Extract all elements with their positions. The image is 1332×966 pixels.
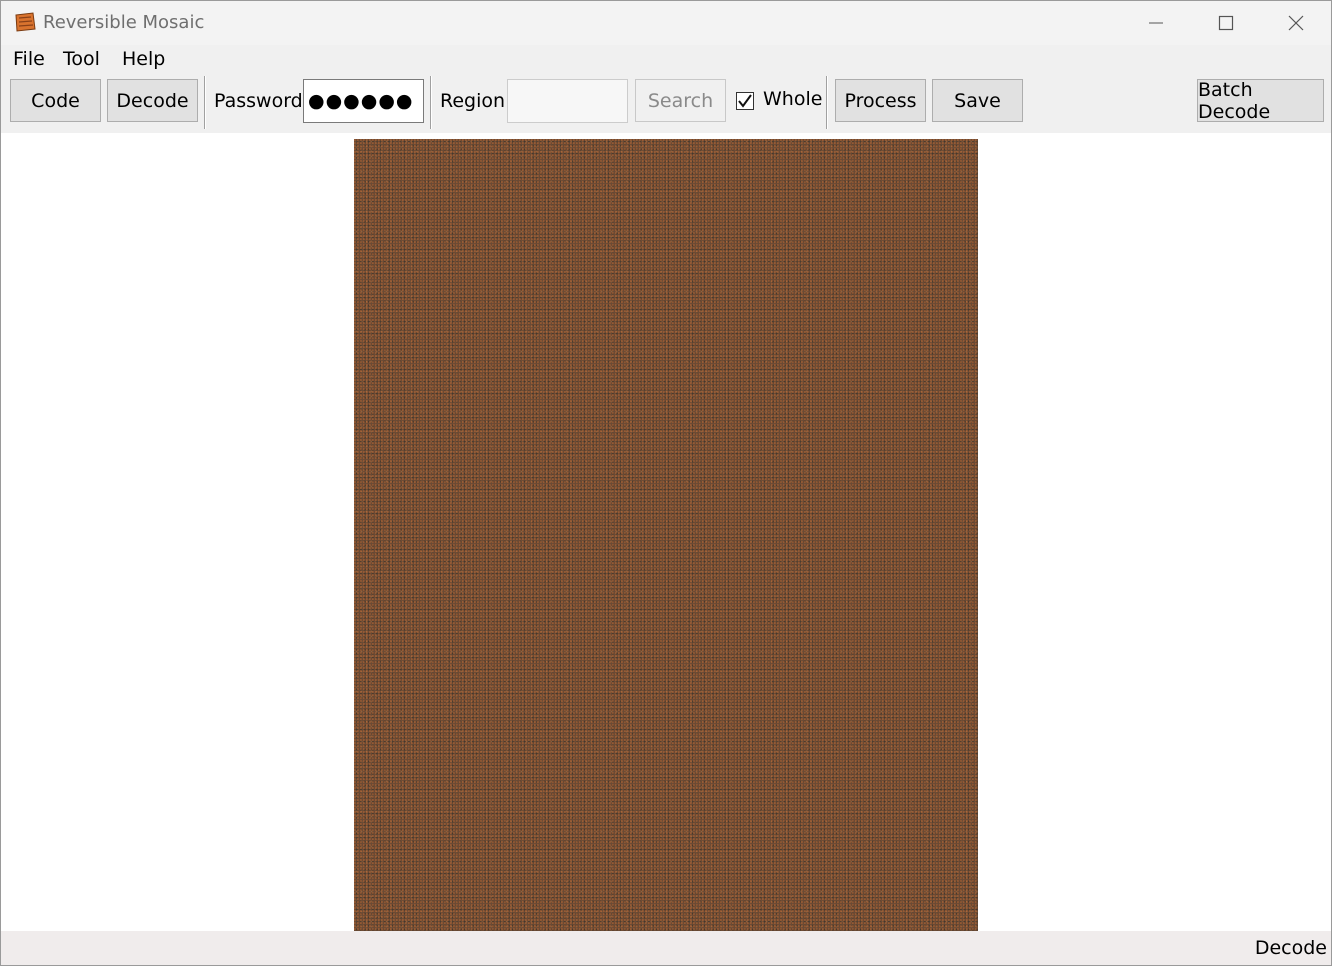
menu-tool[interactable]: Tool bbox=[63, 48, 100, 70]
menu-bar: File Tool Help bbox=[1, 45, 1331, 73]
app-icon bbox=[15, 12, 36, 32]
maximize-button[interactable] bbox=[1191, 1, 1261, 45]
search-button[interactable]: Search bbox=[635, 79, 726, 122]
title-bar[interactable]: Reversible Mosaic bbox=[1, 1, 1331, 45]
menu-file[interactable]: File bbox=[13, 48, 45, 70]
whole-label[interactable]: Whole bbox=[763, 88, 822, 110]
close-icon bbox=[1288, 15, 1304, 31]
toolbar-separator bbox=[430, 76, 432, 129]
save-button[interactable]: Save bbox=[932, 79, 1023, 122]
whole-checkbox[interactable] bbox=[736, 92, 754, 110]
code-button[interactable]: Code bbox=[10, 79, 101, 122]
region-field[interactable] bbox=[507, 79, 628, 123]
status-text: Decode bbox=[1254, 937, 1327, 959]
image-canvas[interactable] bbox=[1, 133, 1331, 931]
decode-button[interactable]: Decode bbox=[107, 79, 198, 122]
password-label: Password bbox=[214, 90, 303, 112]
app-window: Reversible Mosaic File Tool Help Code De… bbox=[0, 0, 1332, 966]
close-button[interactable] bbox=[1261, 1, 1331, 45]
toolbar: Code Decode Password ●●●●●● Region Searc… bbox=[1, 73, 1331, 133]
process-button[interactable]: Process bbox=[835, 79, 926, 122]
minimize-icon bbox=[1149, 22, 1163, 24]
checkmark-icon bbox=[738, 94, 752, 108]
password-field[interactable]: ●●●●●● bbox=[303, 79, 424, 123]
status-bar: Decode bbox=[1, 931, 1331, 965]
menu-help[interactable]: Help bbox=[122, 48, 165, 70]
region-label: Region bbox=[440, 90, 506, 112]
toolbar-separator bbox=[826, 76, 828, 129]
toolbar-separator bbox=[204, 76, 206, 129]
maximize-icon bbox=[1218, 15, 1234, 31]
window-title: Reversible Mosaic bbox=[43, 12, 205, 33]
mosaic-image bbox=[354, 139, 978, 931]
batch-decode-button[interactable]: Batch Decode bbox=[1197, 79, 1324, 123]
minimize-button[interactable] bbox=[1121, 1, 1191, 45]
